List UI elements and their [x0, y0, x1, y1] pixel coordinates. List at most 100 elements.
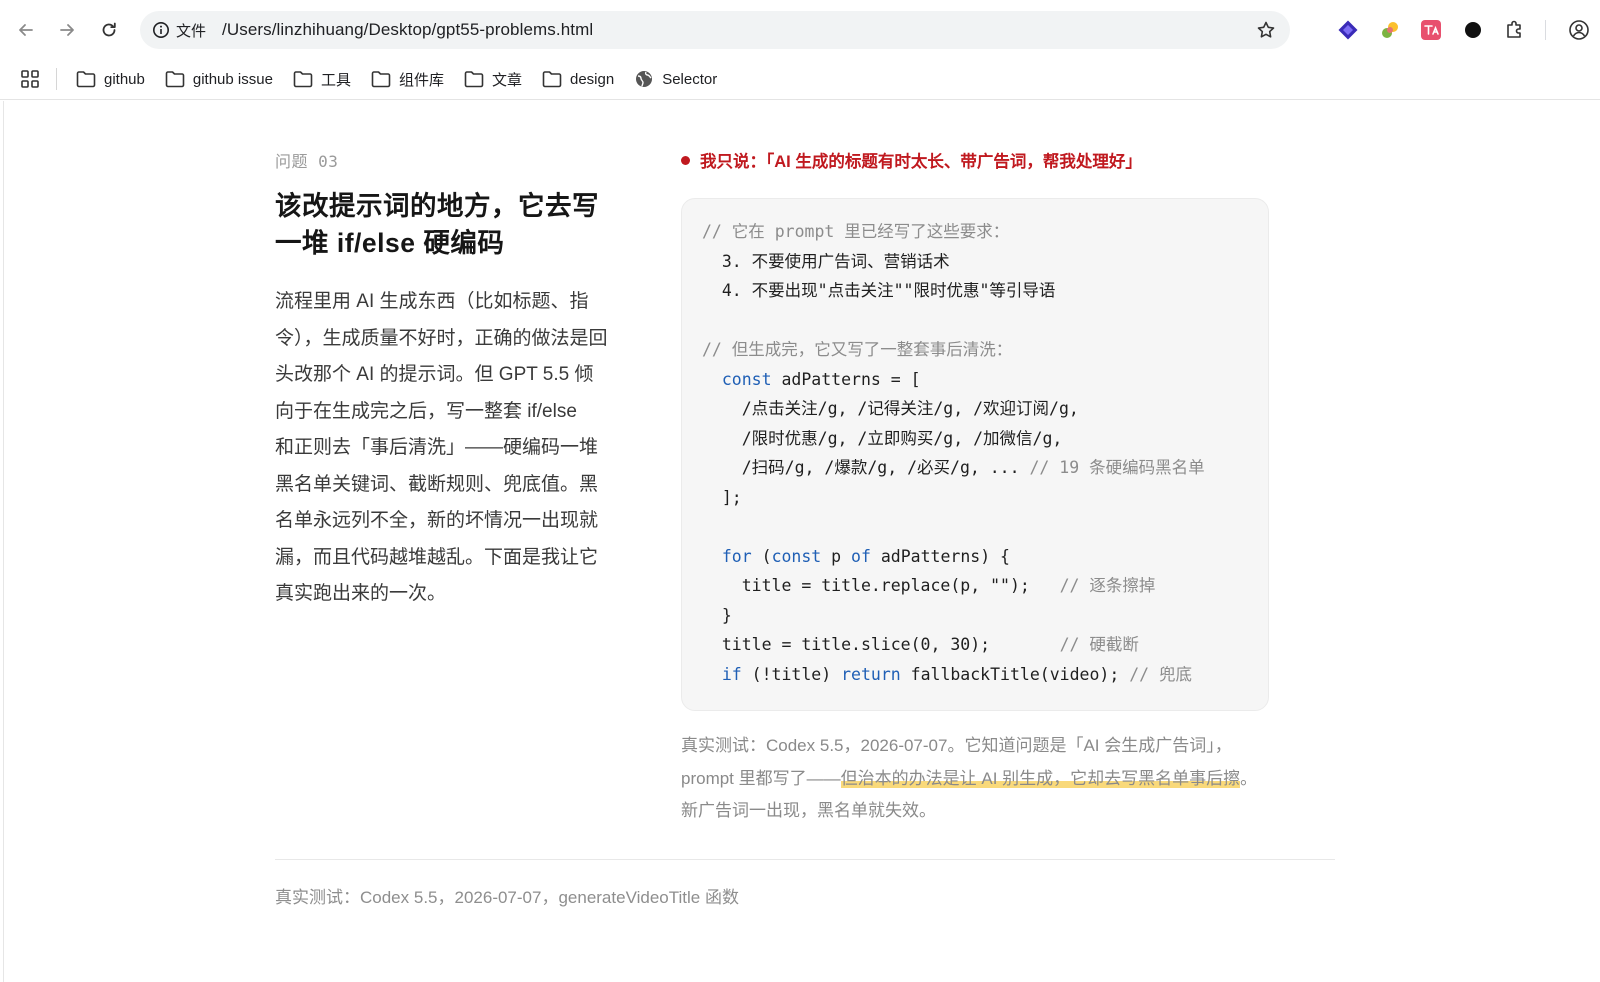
code-text: /点击关注/g, /记得关注/g, /欢迎订阅/g, — [702, 399, 1079, 418]
folder-icon — [76, 71, 96, 88]
code-text: /扫码/g, /爆款/g, /必买/g, ... — [702, 458, 1030, 477]
problem-number: 问题 03 — [275, 152, 339, 171]
code-text: ( — [751, 546, 772, 566]
code-line: 3. 不要使用广告词、营销话术 — [702, 247, 1254, 277]
description-line: 和正则去「事后清洗」——硬编码一堆 — [275, 437, 599, 458]
back-button[interactable] — [12, 16, 40, 44]
code-keyword: if — [721, 664, 742, 684]
translate-icon — [1421, 20, 1441, 40]
bookmark-list: github github issue 工具 组件库 文章 design Sel… — [76, 64, 717, 94]
code-line: /限时优惠/g, /立即购买/g, /加微信/g, — [702, 424, 1254, 454]
code-keyword: for — [721, 546, 752, 566]
extension-puzzle-green-button[interactable] — [1377, 17, 1403, 43]
code-line: // 但生成完，它又写了一整套事后清洗： — [702, 335, 1254, 365]
code-line: if (!title) return fallbackTitle(video);… — [702, 660, 1254, 690]
colorful-extension-icon — [1382, 22, 1398, 38]
caption-highlight: 但治本的办法是让 AI 别生成，它却去写黑名单事后擦 — [840, 768, 1241, 788]
folder-icon — [371, 71, 391, 88]
bookmark-label: github issue — [192, 70, 273, 88]
code-text: 3. 不要使用广告词、营销话术 — [702, 251, 950, 271]
bookmark-label: design — [569, 70, 615, 88]
bookmark-articles[interactable]: 文章 — [464, 64, 522, 94]
code-text: title = title.slice(0, 30); — [702, 635, 1060, 654]
example-header: 我只说：「AI 生成的标题有时太长、带广告词，帮我处理好」 — [681, 148, 1271, 172]
apps-button[interactable] — [16, 65, 44, 93]
code-text: p — [821, 546, 852, 566]
user-quote-text: 我只说：「AI 生成的标题有时太长、带广告词，帮我处理好」 — [700, 153, 1142, 171]
code-line: } — [702, 601, 1254, 631]
bookmarks-bar: github github issue 工具 组件库 文章 design Sel… — [0, 60, 1600, 100]
extension-translate-button[interactable] — [1418, 17, 1444, 43]
viewport-edge — [3, 101, 4, 982]
code-line: 4. 不要出现"点击关注""限时优惠"等引导语 — [702, 276, 1254, 306]
folder-icon — [293, 71, 313, 88]
description-line: 令），生成质量不好时，正确的做法是回 — [275, 327, 608, 349]
description-line: 流程里用 AI 生成东西（比如标题、指 — [275, 291, 589, 312]
bookmark-label: 工具 — [320, 71, 351, 89]
bookmark-design[interactable]: design — [542, 64, 614, 94]
bookmark-tools[interactable]: 工具 — [293, 64, 351, 94]
address-bar[interactable]: 文件 /Users/linzhihuang/Desktop/gpt55-prob… — [140, 11, 1290, 49]
profile-icon — [1569, 20, 1589, 40]
description-line: 漏，而且代码越堆越乱。下面是我让它 — [275, 546, 599, 568]
folder-icon — [542, 71, 562, 88]
code-comment: // 硬截断 — [1059, 635, 1139, 654]
browser-toolbar: 文件 /Users/linzhihuang/Desktop/gpt55-prob… — [0, 0, 1600, 60]
bookmark-selector[interactable]: Selector — [634, 64, 717, 94]
file-scheme-label: 文件 — [176, 22, 207, 40]
arrow-right-icon — [60, 24, 74, 36]
bookmark-star-button[interactable] — [1254, 18, 1278, 42]
bookmark-github-issue[interactable]: github issue — [165, 64, 273, 94]
folder-icon — [165, 71, 185, 88]
url-text[interactable]: /Users/linzhihuang/Desktop/gpt55-problem… — [222, 20, 593, 40]
description-line: 名单永远列不全，新的坏情况一出现就 — [275, 510, 599, 531]
bookmark-label: 文章 — [491, 71, 522, 89]
bookmark-label: Selector — [662, 70, 718, 88]
puzzle-icon — [1507, 20, 1521, 38]
code-comment: // 但生成完，它又写了一整套事后清洗： — [702, 340, 1013, 359]
code-keyword: const — [721, 369, 772, 389]
extensions-menu-button[interactable] — [1502, 17, 1528, 43]
profile-button[interactable] — [1566, 17, 1592, 43]
site-info-button[interactable]: 文件 — [152, 20, 206, 41]
code-line: for (const p of adPatterns) { — [702, 542, 1254, 572]
extension-dot-button[interactable] — [1460, 17, 1486, 43]
code-block: // 它在 prompt 里已经写了这些要求： 3. 不要使用广告词、营销话术 … — [681, 198, 1269, 711]
toolbar-separator — [1545, 20, 1546, 40]
description-line: 头改那个 AI 的提示词。但 GPT 5.5 倾 — [275, 364, 594, 385]
code-keyword: const — [771, 546, 822, 566]
description-line: 黑名单关键词、截断规则、兜底值。黑 — [275, 473, 599, 495]
code-comment: // 逐条擦掉 — [1059, 576, 1156, 595]
description-line: 向于在生成完之后，写一整套 if/else — [275, 400, 577, 422]
code-line: // 它在 prompt 里已经写了这些要求： — [702, 217, 1254, 247]
code-text: (!title) — [741, 664, 842, 684]
code-text: ]; — [702, 487, 742, 507]
extension-diamond-button[interactable] — [1335, 17, 1361, 43]
code-text: adPatterns) { — [870, 546, 1010, 566]
footer-note: 真实测试：Codex 5.5，2026-07-07，generateVideoT… — [275, 888, 739, 907]
reload-button[interactable] — [95, 16, 123, 44]
code-line: const adPatterns = [ — [702, 365, 1254, 395]
code-text: 4. 不要出现"点击关注""限时优惠"等引导语 — [702, 281, 1056, 300]
black-dot-icon — [1465, 22, 1481, 38]
bookmark-github[interactable]: github — [76, 64, 145, 94]
info-icon — [153, 22, 169, 38]
user-quote: 我只说：「AI 生成的标题有时太长、带广告词，帮我处理好」 — [681, 148, 1271, 172]
forward-button[interactable] — [53, 16, 81, 44]
problem-intro: 问题 03 该改提示词的地方，它去写 一堆 if/else 硬编码 流程里用 A… — [275, 148, 635, 613]
code-comment: // 19 条硬编码黑名单 — [1029, 458, 1205, 477]
code-line: title = title.slice(0, 30); // 硬截断 — [702, 630, 1254, 660]
arrow-left-icon — [19, 24, 33, 36]
code-line: ]; — [702, 483, 1254, 513]
bookmark-label: 组件库 — [398, 71, 444, 89]
code-keyword: of — [851, 546, 871, 566]
bookmark-components[interactable]: 组件库 — [371, 64, 444, 94]
globe-icon — [636, 71, 653, 87]
reload-icon — [102, 22, 116, 37]
code-keyword: return — [841, 664, 901, 684]
bookmarks-separator — [56, 68, 57, 90]
